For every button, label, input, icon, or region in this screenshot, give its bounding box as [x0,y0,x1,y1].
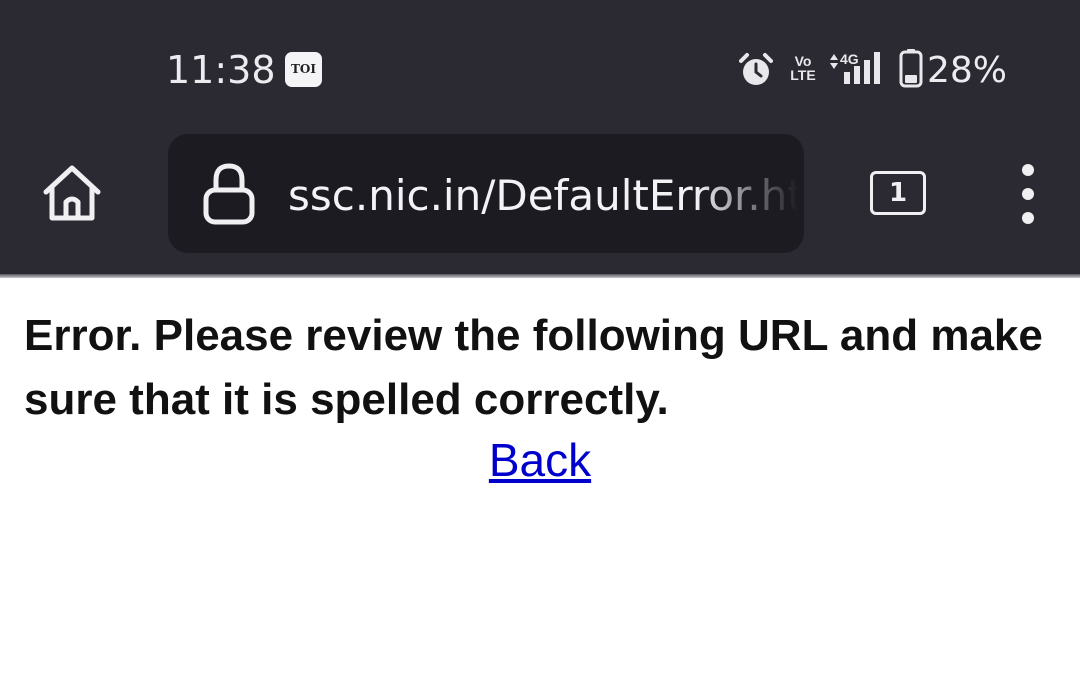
lock-icon[interactable] [202,162,256,226]
overflow-menu-icon[interactable] [1008,162,1048,226]
volte-bottom: LTE [790,67,816,83]
volte-indicator: Vo LTE [790,54,816,82]
page-content: Error. Please review the following URL a… [0,278,1080,691]
battery-percent: 28% [927,50,1008,91]
home-icon[interactable] [38,160,106,228]
status-time: 11:38 [166,48,276,92]
url-text[interactable]: ssc.nic.in/DefaultError.html [288,173,798,219]
back-link[interactable]: Back [0,428,1080,492]
battery-icon [899,49,923,88]
address-bar[interactable]: ssc.nic.in/DefaultError.html [168,134,804,253]
status-bar: 11:38 TOI Vo LTE 4G 28% [0,0,1080,134]
tabs-button[interactable]: 1 [870,171,926,215]
network-type-label: 4G [840,51,859,67]
error-message: Error. Please review the following URL a… [24,311,1043,424]
alarm-icon [739,53,773,85]
toi-notification-icon: TOI [285,52,322,87]
volte-top: Vo [794,53,812,69]
signal-icon: 4G [830,51,880,84]
